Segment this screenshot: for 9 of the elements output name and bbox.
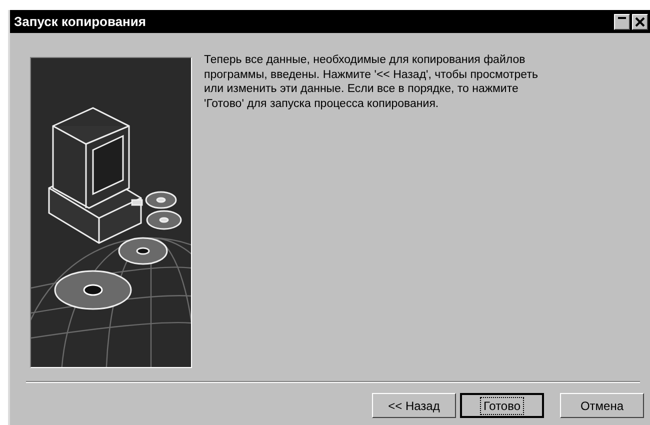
- instruction-text: Теперь все данные, необходимые для копирования файлов программы, введены. Нажмите '<< Назад', чтобы просмотреть или изменить эти данные. Если все в порядке, то нажмите 'Готово' для запуска процесса копирования.: [204, 53, 538, 112]
- close-button[interactable]: [632, 14, 648, 30]
- close-icon: [635, 16, 645, 26]
- dialog-button[interactable]: << Назад: [372, 393, 456, 418]
- window-title: Запуск копирования: [14, 14, 147, 29]
- dialog-button[interactable]: Отмена: [560, 393, 644, 418]
- default-button[interactable]: Готово: [460, 393, 544, 418]
- minimize-button[interactable]: [614, 14, 630, 30]
- minimize-icon: [618, 16, 626, 18]
